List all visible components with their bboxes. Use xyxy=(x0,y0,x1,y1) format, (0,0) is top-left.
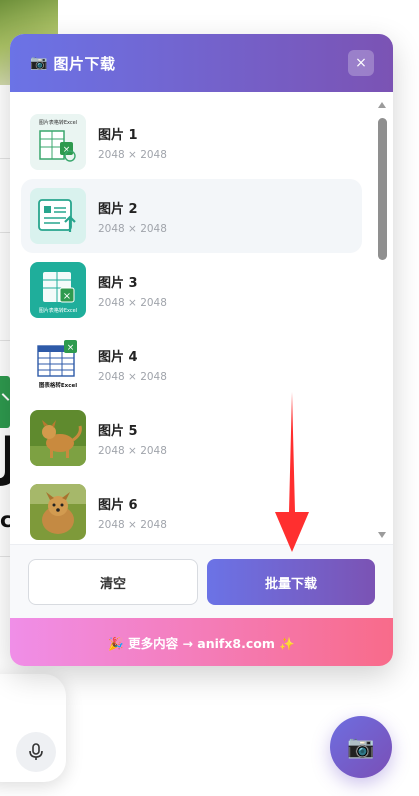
scroll-up-icon[interactable] xyxy=(378,102,386,108)
item-size: 2048 × 2048 xyxy=(98,444,167,457)
modal-header: 📷 图片下载 × xyxy=(10,34,393,92)
list-item[interactable]: 图片 2 2048 × 2048 xyxy=(21,179,362,253)
thumb-caption: 图片表格转Excel xyxy=(39,307,77,314)
dog-photo xyxy=(30,410,86,466)
item-name: 图片 2 xyxy=(98,201,138,217)
item-name: 图片 1 xyxy=(98,127,138,143)
list-item[interactable]: 图片表格转Excel × 图片 1 2048 × 2048 xyxy=(21,105,362,179)
excel-logo-icon xyxy=(0,376,10,428)
image-download-modal: 📷 图片下载 × 图片表格转Excel × 图片 1 2048 × 2048 图… xyxy=(10,34,393,666)
excel-table-icon: × 图表格转Excel xyxy=(30,336,86,392)
image-list[interactable]: 图片表格转Excel × 图片 1 2048 × 2048 图片 2 2048 … xyxy=(10,92,393,544)
scrollbar-thumb[interactable] xyxy=(378,118,387,260)
item-name: 图片 3 xyxy=(98,275,138,291)
list-item[interactable]: × 图片表格转Excel 图片 3 2048 × 2048 xyxy=(21,253,362,327)
close-button[interactable]: × xyxy=(348,50,374,76)
red-arrow-annotation xyxy=(275,392,309,552)
item-size: 2048 × 2048 xyxy=(98,518,167,531)
dog-photo xyxy=(30,484,86,540)
item-size: 2048 × 2048 xyxy=(98,222,167,235)
item-size: 2048 × 2048 xyxy=(98,296,167,309)
item-name: 图片 4 xyxy=(98,349,138,365)
item-size: 2048 × 2048 xyxy=(98,148,167,161)
excel-doc-icon: 图片表格转Excel × xyxy=(30,114,86,170)
item-name: 图片 6 xyxy=(98,497,138,513)
thumb-caption: 图片表格转Excel xyxy=(39,119,77,126)
list-item[interactable]: × 图表格转Excel 图片 4 2048 × 2048 xyxy=(21,327,362,401)
image-download-fab[interactable]: 📷 xyxy=(330,716,392,778)
scrollbar[interactable] xyxy=(377,100,387,540)
modal-title: 图片下载 xyxy=(53,54,116,73)
camera-icon: 📷 xyxy=(30,55,48,71)
promo-text: 🎉 更多内容 → anifx8.com ✨ xyxy=(108,635,295,651)
clear-button[interactable]: 清空 xyxy=(28,559,198,605)
microphone-icon xyxy=(29,743,43,760)
svg-text:×: × xyxy=(63,291,71,302)
scroll-down-icon[interactable] xyxy=(378,532,386,538)
microphone-button[interactable] xyxy=(16,732,56,772)
svg-text:×: × xyxy=(67,343,75,353)
close-icon: × xyxy=(355,55,367,71)
camera-icon: 📷 xyxy=(347,734,375,760)
item-size: 2048 × 2048 xyxy=(98,370,167,383)
batch-download-button[interactable]: 批量下载 xyxy=(207,559,375,605)
modal-footer: 清空 批量下载 xyxy=(10,544,393,618)
document-upload-icon xyxy=(30,188,86,244)
promo-banner[interactable]: 🎉 更多内容 → anifx8.com ✨ xyxy=(10,618,393,666)
item-name: 图片 5 xyxy=(98,423,138,439)
thumb-caption: 图表格转Excel xyxy=(39,381,77,389)
teal-excel-icon: × 图片表格转Excel xyxy=(30,262,86,318)
